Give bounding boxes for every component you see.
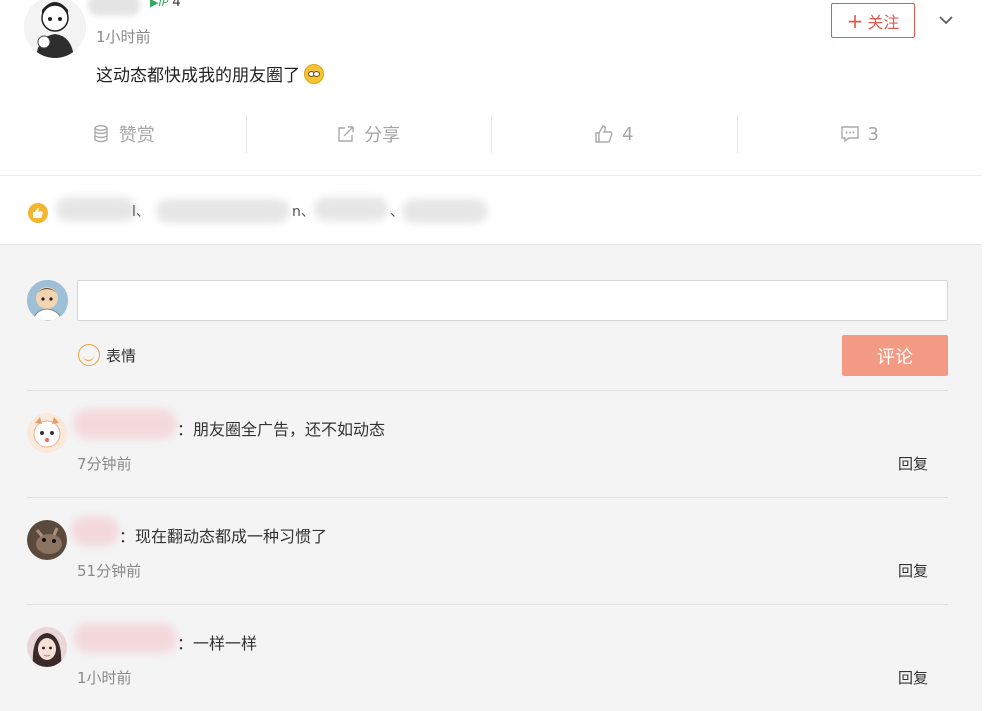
reply-button[interactable]: 回复: [898, 667, 928, 688]
share-label: 分享: [364, 125, 401, 146]
comment-item: ：一样一样 1小时前 回复: [27, 604, 948, 711]
comment-count: 3: [867, 123, 879, 145]
liker-name-redacted[interactable]: [56, 197, 136, 221]
like-button[interactable]: 4: [491, 115, 737, 153]
emoji-button[interactable]: 表情: [78, 344, 136, 366]
plus-icon: +: [846, 8, 864, 33]
coins-icon: [94, 125, 108, 143]
submit-comment-button[interactable]: 评论: [842, 335, 948, 376]
author-avatar[interactable]: [24, 0, 86, 58]
emoji-label: 表情: [106, 346, 137, 365]
like-badge-icon: [28, 203, 48, 223]
reply-button[interactable]: 回复: [898, 453, 928, 474]
follow-button[interactable]: + 关注: [831, 3, 915, 38]
current-user-avatar: [27, 280, 68, 321]
author-name-redacted[interactable]: [88, 0, 140, 16]
post-text: 这动态都快成我的朋友圈了: [96, 66, 300, 86]
flushed-emoji-icon: [304, 63, 324, 84]
user-level: ▶IP 4: [150, 0, 181, 10]
commenter-name-redacted[interactable]: [73, 623, 177, 653]
comment-input[interactable]: [77, 280, 948, 321]
like-count: 4: [622, 123, 634, 145]
commenter-avatar[interactable]: [27, 413, 67, 453]
comment-time: 51分钟前: [77, 562, 142, 580]
liker-name-redacted[interactable]: [156, 199, 290, 223]
commenter-avatar[interactable]: [27, 520, 67, 560]
liker-separator: n、: [292, 204, 315, 220]
follow-label: 关注: [867, 12, 900, 32]
comment-time: 1小时前: [77, 669, 132, 687]
post-actions: 赞赏 分享 4 3: [0, 115, 982, 153]
smile-icon: [78, 344, 100, 366]
post-content: 这动态都快成我的朋友圈了: [96, 61, 324, 86]
reply-button[interactable]: 回复: [898, 560, 928, 581]
comment-text: ：朋友圈全广告，还不如动态: [177, 420, 386, 439]
liker-name-redacted[interactable]: [314, 197, 388, 221]
comment-button[interactable]: 3: [736, 115, 983, 153]
thumbs-up-icon: [595, 125, 613, 143]
comment-text: ：一样一样: [177, 634, 258, 653]
post-card: ▶IP 4 1小时前 + 关注 这动态都快成我的朋友圈了 赞赏 分享 4 3: [0, 0, 982, 176]
reward-button[interactable]: 赞赏: [0, 115, 246, 153]
commenter-avatar[interactable]: [27, 627, 67, 667]
liker-name-redacted[interactable]: [402, 199, 488, 223]
likers-row: l、 n、 、: [0, 177, 982, 245]
comments-section: 表情 评论 ：朋友圈全广告，还不如动态 7分钟前 回复 ：现在翻动态都成一种习惯…: [0, 245, 982, 711]
share-icon: [338, 126, 354, 142]
reward-label: 赞赏: [118, 125, 155, 146]
ip-badge-icon: ▶IP: [150, 0, 169, 9]
comment-item: ：现在翻动态都成一种习惯了 51分钟前 回复: [27, 497, 948, 604]
chevron-down-icon[interactable]: [936, 10, 956, 30]
post-time: 1小时前: [96, 28, 151, 46]
comment-item: ：朋友圈全广告，还不如动态 7分钟前 回复: [27, 390, 948, 497]
comment-time: 7分钟前: [77, 455, 132, 473]
liker-separator: l、: [132, 204, 150, 220]
commenter-name-redacted[interactable]: [73, 409, 177, 439]
comment-icon: [840, 126, 859, 143]
level-value: 4: [172, 0, 181, 10]
comment-text: ：现在翻动态都成一种习惯了: [119, 527, 328, 546]
commenter-name-redacted[interactable]: [71, 516, 119, 546]
share-button[interactable]: 分享: [245, 115, 492, 153]
